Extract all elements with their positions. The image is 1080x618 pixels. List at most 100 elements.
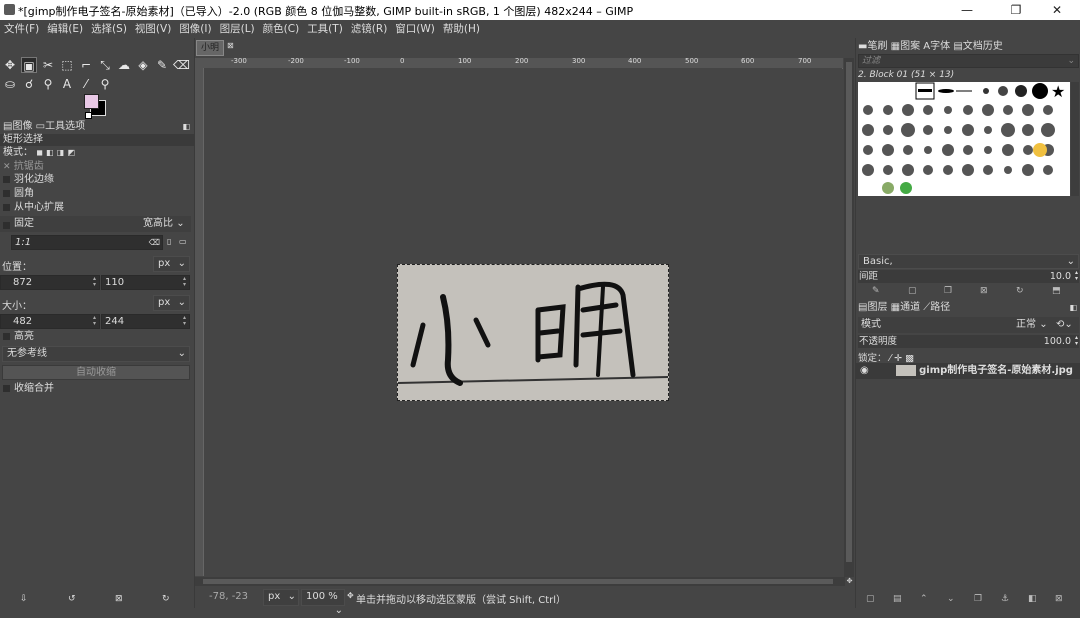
foreground-color-swatch[interactable] <box>84 94 99 109</box>
menu-select[interactable]: 选择(S) <box>87 20 131 38</box>
close-button[interactable]: ✕ <box>1034 0 1080 20</box>
anchor-layer-icon[interactable]: ⚓ <box>1001 594 1009 604</box>
tab-paths[interactable]: 路径 <box>930 302 950 313</box>
menu-layer[interactable]: 图层(L) <box>216 20 259 38</box>
save-options-icon[interactable]: ⇩ <box>20 594 28 604</box>
move-tool-icon[interactable]: ✥ <box>2 57 18 73</box>
auto-shrink-button[interactable]: 自动收缩 <box>2 365 190 380</box>
image-tab[interactable]: 小明 <box>196 40 224 56</box>
zoom-tool-icon[interactable]: ⚲ <box>97 76 113 92</box>
spinner-icon[interactable]: ▴ ▾ <box>93 276 99 289</box>
rect-select-tool-icon[interactable]: ▣ <box>21 57 37 73</box>
free-select-tool-icon[interactable]: ✂ <box>40 57 56 73</box>
position-y-input[interactable]: 110 ▴ ▾ <box>101 275 190 290</box>
delete-layer-icon[interactable]: ⊠ <box>1055 594 1063 604</box>
opacity-slider[interactable]: 不透明度 100.0 ▴ ▾ <box>858 335 1079 348</box>
menu-edit[interactable]: 编辑(E) <box>43 20 87 38</box>
panel-menu-icon[interactable]: ◧ <box>182 121 190 133</box>
highlight-row[interactable]: 高亮 <box>0 330 194 344</box>
new-group-icon[interactable]: ▤ <box>893 594 902 604</box>
tab-tool-options[interactable]: 工具选项 <box>45 121 85 132</box>
feather-row[interactable]: 羽化边缘 <box>0 173 194 187</box>
restore-options-icon[interactable]: ↺ <box>68 594 76 604</box>
brush-filter-input[interactable]: 过滤 ⌄ <box>858 54 1079 68</box>
edit-brush-icon[interactable]: ✎ <box>872 286 880 296</box>
default-colors-icon[interactable] <box>85 112 92 119</box>
mode-intersect-icon[interactable]: ◩ <box>68 148 76 157</box>
brush-preset-select[interactable]: Basic, ⌄ <box>858 254 1079 269</box>
bucket-fill-tool-icon[interactable]: ◈ <box>135 57 151 73</box>
vertical-scroll-thumb[interactable] <box>846 62 852 562</box>
brush-grid-scrollbar[interactable] <box>1071 82 1079 196</box>
spinner-icon[interactable]: ▴ ▾ <box>1075 270 1078 282</box>
menu-view[interactable]: 视图(V) <box>131 20 175 38</box>
unit-select[interactable]: px ⌄ <box>263 589 299 606</box>
landscape-icon[interactable]: ▭ <box>179 237 187 246</box>
duplicate-brush-icon[interactable]: ❐ <box>944 286 952 296</box>
menu-tools[interactable]: 工具(T) <box>303 20 347 38</box>
size-unit-select[interactable]: px ⌄ <box>153 295 190 311</box>
open-brush-icon[interactable]: ⬒ <box>1052 286 1061 296</box>
clear-icon[interactable]: ⌫ <box>149 236 160 249</box>
highlight-checkbox[interactable] <box>3 332 10 340</box>
tab-layers[interactable]: 图层 <box>867 302 887 313</box>
new-brush-icon[interactable]: ▢ <box>908 286 917 296</box>
text-tool-icon[interactable]: A <box>59 76 75 92</box>
panel-menu-icon[interactable]: ◧ <box>1069 301 1077 314</box>
restore-button[interactable]: ❐ <box>993 0 1039 20</box>
menu-color[interactable]: 颜色(C) <box>259 20 304 38</box>
delete-brush-icon[interactable]: ⊠ <box>980 286 988 296</box>
tab-patterns[interactable]: 图案 <box>900 41 920 52</box>
brush-grid[interactable]: ★ <box>858 82 1070 196</box>
position-x-input[interactable]: 872 ▴ ▾ <box>0 275 100 290</box>
tab-fonts[interactable]: 字体 <box>930 41 950 52</box>
minimize-button[interactable]: — <box>944 0 990 20</box>
spinner-icon[interactable]: ▴ ▾ <box>1075 335 1078 347</box>
raise-layer-icon[interactable]: ⌃ <box>920 594 928 604</box>
color-picker-tool-icon[interactable]: ⁄ <box>78 76 94 92</box>
eye-icon[interactable]: ◉ <box>860 365 869 376</box>
clone-tool-icon[interactable]: ⛀ <box>2 76 18 92</box>
menu-image[interactable]: 图像(I) <box>175 20 215 38</box>
paintbrush-tool-icon[interactable]: ✎ <box>154 57 170 73</box>
navigate-icon[interactable]: ✥ <box>845 577 854 586</box>
close-tab-icon[interactable]: ⊠ <box>227 41 234 50</box>
spinner-icon[interactable]: ▴ ▾ <box>93 315 99 328</box>
layer-mode-select[interactable]: 正常 ⌄ <box>1016 317 1048 333</box>
warp-tool-icon[interactable]: ☁ <box>116 57 132 73</box>
tab-channels[interactable]: 通道 <box>900 302 920 313</box>
spinner-icon[interactable]: ▴ ▾ <box>183 315 189 328</box>
ratio-field[interactable]: 1:1 ⌫ <box>11 235 163 250</box>
image-canvas[interactable] <box>397 264 669 401</box>
tab-document-history[interactable]: 文档历史 <box>963 41 1003 52</box>
feather-checkbox[interactable] <box>3 175 10 183</box>
spacing-slider[interactable]: 间距 10.0 ▴ ▾ <box>858 270 1079 283</box>
zoom-select[interactable]: 100 % ⌄ <box>301 589 345 616</box>
refresh-brushes-icon[interactable]: ↻ <box>1016 286 1024 296</box>
vertical-scrollbar[interactable] <box>844 58 854 577</box>
mask-layer-icon[interactable]: ◧ <box>1028 594 1037 604</box>
transform-tool-icon[interactable]: ⤡ <box>97 57 113 73</box>
smudge-tool-icon[interactable]: ☌ <box>21 76 37 92</box>
expand-center-checkbox[interactable] <box>3 203 10 211</box>
menu-file[interactable]: 文件(F) <box>0 20 43 38</box>
size-height-input[interactable]: 244 ▴ ▾ <box>101 314 190 329</box>
rounded-row[interactable]: 圆角 <box>0 187 194 201</box>
size-width-input[interactable]: 482 ▴ ▾ <box>0 314 100 329</box>
new-layer-icon[interactable]: ▢ <box>866 594 875 604</box>
expand-center-row[interactable]: 从中心扩展 <box>0 201 194 215</box>
lower-layer-icon[interactable]: ⌄ <box>947 594 955 604</box>
position-unit-select[interactable]: px ⌄ <box>153 256 190 272</box>
menu-filters[interactable]: 滤镜(R) <box>347 20 392 38</box>
reset-options-icon[interactable]: ↻ <box>162 594 170 604</box>
eraser-tool-icon[interactable]: ⌫ <box>173 57 190 73</box>
delete-options-icon[interactable]: ⊠ <box>115 594 123 604</box>
antialias-check-icon[interactable]: ✕ <box>3 162 11 172</box>
tab-images[interactable]: 图像 <box>12 121 32 132</box>
composite-mode-icon[interactable]: ⟲⌄ <box>1056 317 1073 333</box>
duplicate-layer-icon[interactable]: ❐ <box>974 594 982 604</box>
rounded-checkbox[interactable] <box>3 189 10 197</box>
spinner-icon[interactable]: ▴ ▾ <box>183 276 189 289</box>
antialias-row[interactable]: ✕ 抗锯齿 <box>0 160 194 174</box>
portrait-icon[interactable]: ▯ <box>167 237 171 246</box>
